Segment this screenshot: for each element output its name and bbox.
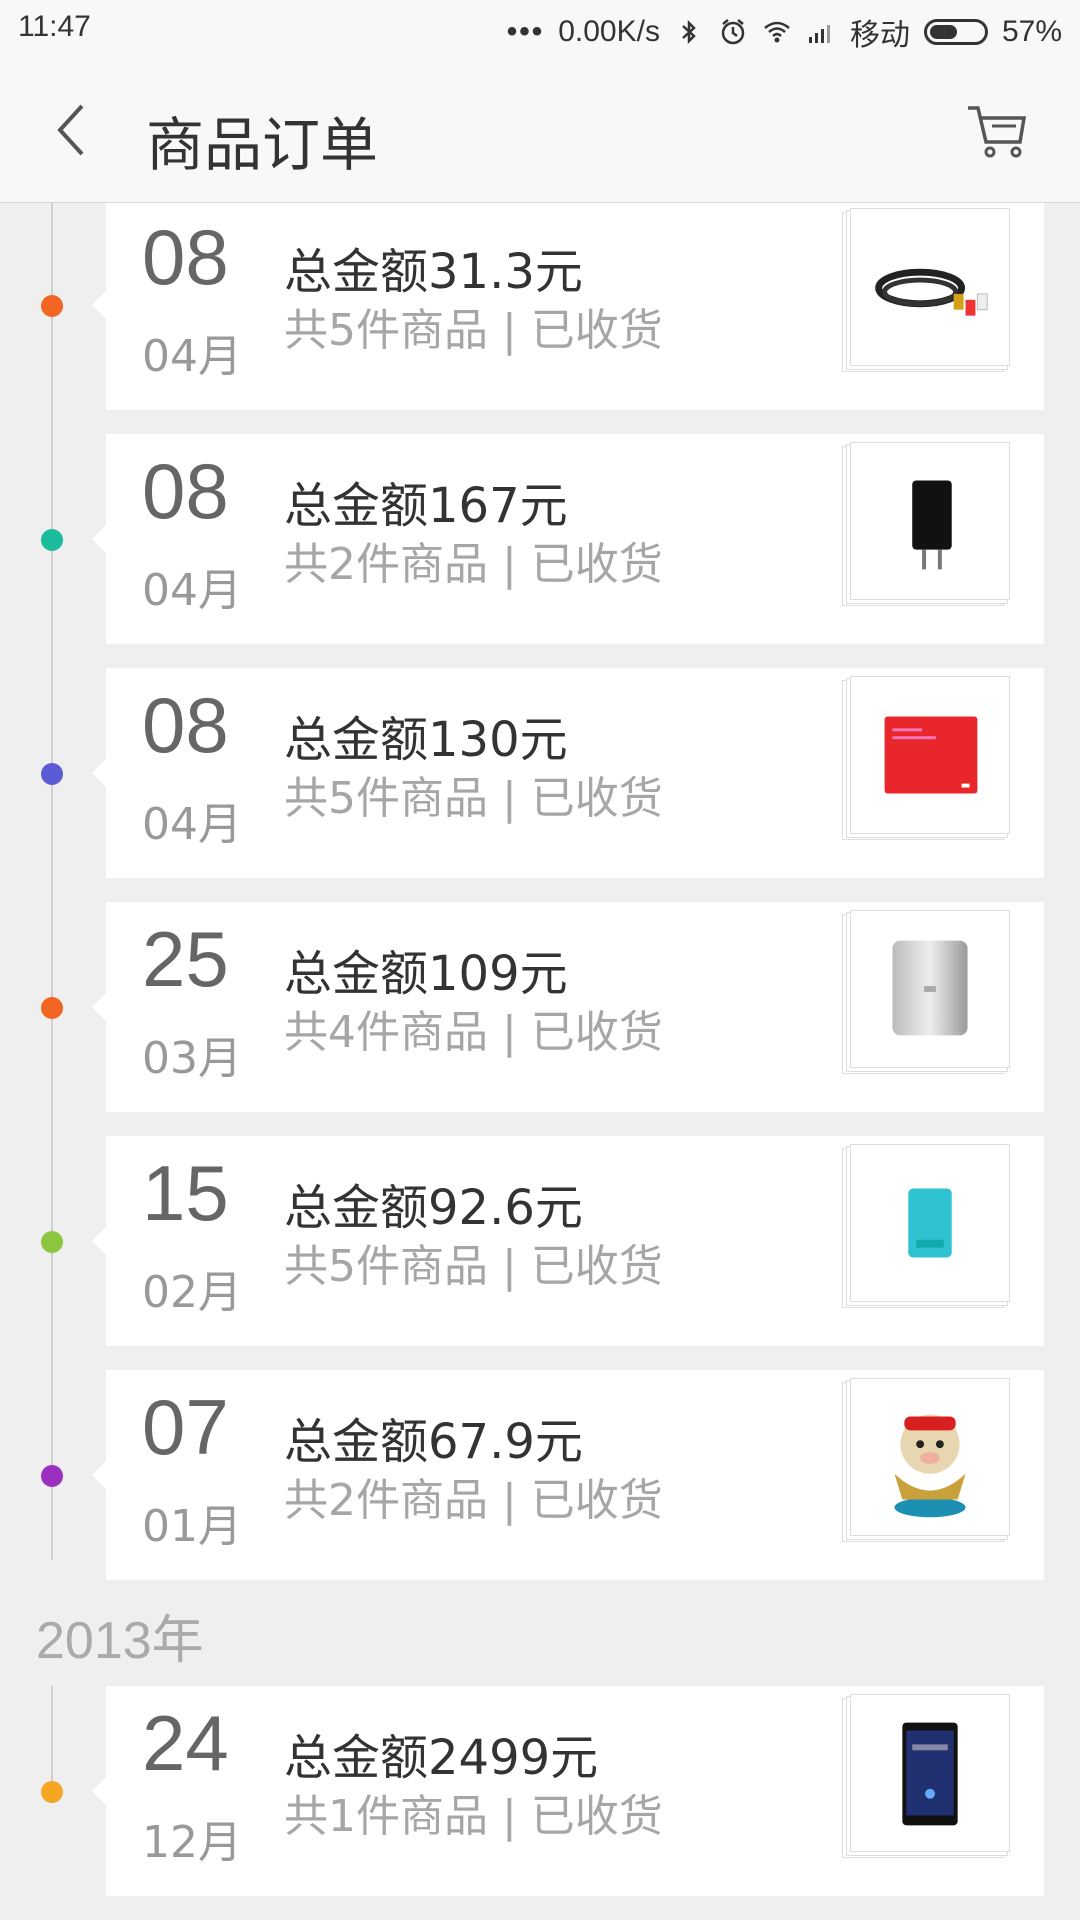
battery-percent: 57%: [1001, 15, 1062, 48]
order-month: 03月: [142, 1033, 242, 1084]
wifi-icon: [764, 21, 790, 43]
card-notch: [92, 291, 106, 319]
status-bar: 11:47 ••• 0.00K/s 移动 57%: [0, 0, 1080, 58]
timeline-line: [51, 203, 53, 1560]
timeline-line-2013: [51, 1686, 53, 1786]
order-total: 总金额92.6元: [284, 1180, 583, 1236]
order-card[interactable]: 25 03月 总金额109元 共4件商品 | 已收货: [92, 902, 1044, 1112]
bluetooth-icon: [682, 19, 696, 45]
timeline-dot: [41, 1781, 63, 1803]
product-thumbnail-stack: [842, 1144, 1020, 1309]
order-day: 24: [142, 1699, 229, 1787]
year-label: 2013年: [36, 1612, 204, 1670]
battery-icon: [923, 19, 988, 45]
order-day: 08: [142, 213, 229, 301]
product-thumbnail: [850, 442, 1010, 600]
product-thumbnail: [850, 1144, 1010, 1302]
order-total: 总金额167元: [284, 478, 568, 534]
card-notch: [92, 1461, 106, 1489]
product-thumbnail: [850, 910, 1010, 1068]
order-total: 总金额109元: [284, 946, 568, 1002]
order-day: 07: [142, 1383, 229, 1471]
status-right: ••• 0.00K/s 移动 57%: [507, 10, 1062, 54]
order-meta: 共5件商品 | 已收货: [284, 1241, 663, 1292]
product-thumbnail: [850, 208, 1010, 366]
order-meta: 共5件商品 | 已收货: [284, 773, 663, 824]
order-card[interactable]: 24 12月 总金额2499元 共1件商品 | 已收货: [92, 1686, 1044, 1896]
more-dots-icon: •••: [506, 15, 545, 48]
shopping-cart-icon[interactable]: [964, 98, 1030, 164]
status-time: 11:47: [18, 10, 91, 43]
timeline-dot: [41, 1231, 63, 1253]
order-card[interactable]: 15 02月 总金额92.6元 共5件商品 | 已收货: [92, 1136, 1044, 1346]
order-month: 04月: [142, 565, 242, 616]
card-notch: [92, 993, 106, 1021]
order-meta: 共2件商品 | 已收货: [284, 539, 663, 590]
card-notch: [92, 1227, 106, 1255]
product-thumbnail-stack: [842, 208, 1020, 373]
timeline-dot: [41, 295, 63, 317]
page-title: 商品订单: [146, 111, 379, 179]
order-meta: 共2件商品 | 已收货: [284, 1475, 663, 1526]
signal-icon: [808, 25, 830, 43]
order-month: 12月: [142, 1817, 242, 1868]
product-thumbnail-stack: [842, 910, 1020, 1075]
product-thumbnail-stack: [842, 1694, 1020, 1859]
card-notch: [92, 759, 106, 787]
battery-fill: [929, 25, 958, 39]
order-meta: 共4件商品 | 已收货: [284, 1007, 663, 1058]
timeline-dot: [41, 763, 63, 785]
order-total: 总金额2499元: [284, 1730, 599, 1786]
order-month: 04月: [142, 331, 242, 382]
order-list: 08 04月 总金额31.3元 共5件商品 | 已收货 08 04月 总金额167元 共2件商…: [0, 203, 1080, 1920]
product-thumbnail: [850, 676, 1010, 834]
order-day: 08: [142, 447, 229, 535]
carrier-label: 移动: [849, 19, 910, 52]
order-total: 总金额31.3元: [284, 244, 583, 300]
timeline-dot: [41, 529, 63, 551]
alarm-icon: [721, 19, 745, 45]
order-card[interactable]: 07 01月 总金额67.9元 共2件商品 | 已收货: [92, 1370, 1044, 1580]
order-meta: 共5件商品 | 已收货: [284, 305, 663, 356]
product-thumbnail-stack: [842, 1378, 1020, 1543]
card-notch: [92, 525, 106, 553]
order-month: 04月: [142, 799, 242, 850]
product-thumbnail: [850, 1694, 1010, 1852]
back-arrow-icon[interactable]: [48, 100, 98, 160]
order-card[interactable]: 08 04月 总金额167元 共2件商品 | 已收货: [92, 434, 1044, 644]
product-thumbnail: [850, 1378, 1010, 1536]
order-day: 25: [142, 915, 229, 1003]
card-notch: [92, 1777, 106, 1805]
order-day: 15: [142, 1149, 229, 1237]
order-day: 08: [142, 681, 229, 769]
timeline-dot: [41, 1465, 63, 1487]
app-header: 商品订单: [0, 58, 1080, 203]
order-month: 02月: [142, 1267, 242, 1318]
product-thumbnail-stack: [842, 442, 1020, 607]
network-speed: 0.00K/s: [558, 15, 660, 48]
timeline-dot: [41, 997, 63, 1019]
order-card[interactable]: 08 04月 总金额31.3元 共5件商品 | 已收货: [92, 203, 1044, 410]
order-month: 01月: [142, 1501, 242, 1552]
order-total: 总金额67.9元: [284, 1414, 583, 1470]
order-total: 总金额130元: [284, 712, 568, 768]
order-card[interactable]: 08 04月 总金额130元 共5件商品 | 已收货: [92, 668, 1044, 878]
product-thumbnail-stack: [842, 676, 1020, 841]
order-meta: 共1件商品 | 已收货: [284, 1791, 663, 1842]
